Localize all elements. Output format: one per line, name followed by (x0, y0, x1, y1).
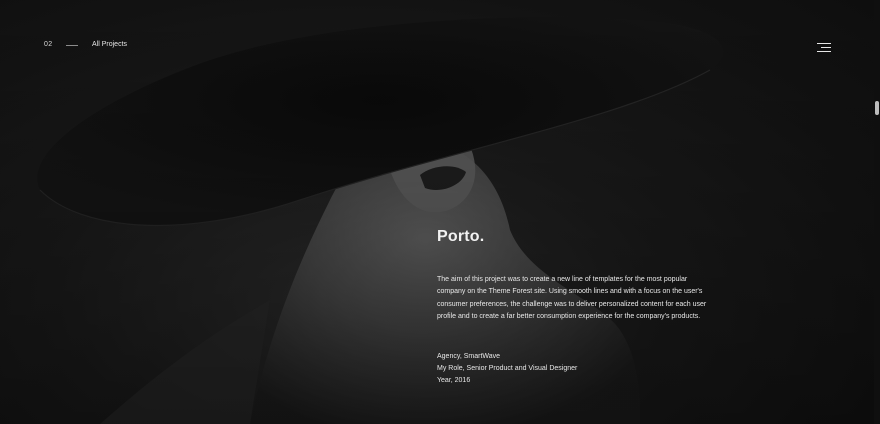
project-description: The aim of this project was to create a … (437, 276, 707, 320)
scrollbar-track[interactable] (874, 0, 880, 424)
project-meta: Agency, SmartWave My Role, Senior Produc… (437, 351, 707, 387)
menu-line-bottom (817, 51, 831, 52)
meta-year: Year, 2016 (437, 377, 471, 385)
project-counter: 02 (44, 41, 53, 48)
menu-line-top (817, 43, 831, 44)
hamburger-menu-icon[interactable] (815, 40, 831, 54)
all-projects-link[interactable]: All Projects (92, 41, 127, 48)
project-page: 02 All Projects Porto. The aim of this p… (0, 0, 880, 424)
project-details: Porto. The aim of this project was to cr… (437, 224, 707, 387)
meta-agency: Agency, SmartWave (437, 353, 501, 361)
counter-divider (66, 45, 78, 46)
meta-role: My Role, Senior Product and Visual Desig… (437, 365, 578, 373)
project-title: Porto. (437, 228, 485, 245)
menu-line-middle (821, 47, 831, 48)
scrollbar-thumb[interactable] (875, 101, 879, 115)
top-navigation: 02 All Projects (0, 0, 880, 90)
